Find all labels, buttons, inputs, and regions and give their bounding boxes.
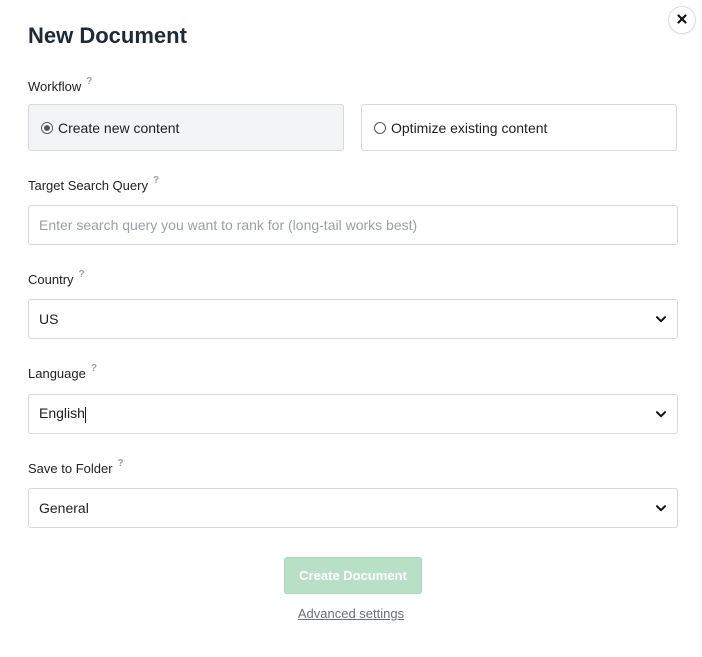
close-button[interactable] <box>668 6 696 34</box>
language-value-wrap: English <box>39 405 655 423</box>
query-help-icon[interactable]: ? <box>153 173 159 189</box>
workflow-label: Workflow <box>28 79 82 94</box>
folder-select[interactable]: General <box>28 488 678 528</box>
workflow-label-row: Workflow ? <box>28 76 92 95</box>
language-label-row: Language ? <box>28 363 97 382</box>
country-help-icon[interactable]: ? <box>79 267 85 283</box>
language-help-icon[interactable]: ? <box>91 361 97 377</box>
query-label: Target Search Query <box>28 178 148 193</box>
close-icon <box>677 11 687 29</box>
advanced-settings-link[interactable]: Advanced settings <box>0 606 702 621</box>
workflow-option-optimize[interactable]: Optimize existing content <box>361 104 677 151</box>
create-document-button[interactable]: Create Document <box>284 557 422 594</box>
folder-help-icon[interactable]: ? <box>118 456 124 472</box>
language-select[interactable]: English <box>28 394 678 434</box>
dialog-title: New Document <box>28 23 187 48</box>
chevron-down-icon <box>655 313 667 325</box>
folder-label: Save to Folder <box>28 461 113 476</box>
search-query-placeholder: Enter search query you want to rank for … <box>39 217 418 233</box>
chevron-down-icon <box>655 502 667 514</box>
country-label: Country <box>28 272 74 287</box>
chevron-down-icon <box>655 408 667 420</box>
radio-unselected-icon <box>374 121 386 134</box>
country-value: US <box>39 311 59 327</box>
workflow-option-create[interactable]: Create new content <box>28 104 344 151</box>
folder-value: General <box>39 500 89 516</box>
folder-label-row: Save to Folder ? <box>28 458 124 477</box>
radio-selected-icon <box>41 121 53 134</box>
country-label-row: Country ? <box>28 269 85 288</box>
language-label: Language <box>28 366 86 381</box>
workflow-option-optimize-label: Optimize existing content <box>391 119 548 136</box>
workflow-option-create-label: Create new content <box>58 119 180 136</box>
language-value: English <box>39 405 85 422</box>
search-query-input[interactable]: Enter search query you want to rank for … <box>28 205 678 245</box>
query-label-row: Target Search Query ? <box>28 175 159 194</box>
text-cursor <box>84 406 86 423</box>
workflow-help-icon[interactable]: ? <box>86 74 92 90</box>
country-select[interactable]: US <box>28 299 678 339</box>
